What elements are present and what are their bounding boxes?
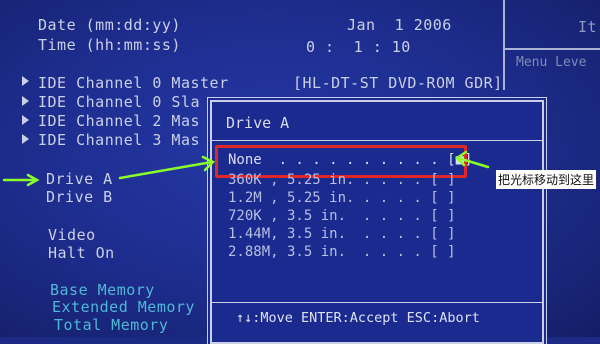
annotation-arrows bbox=[2, 150, 490, 187]
bios-screen: Date (mm:dd:yy) Time (hh:mm:ss) Jan 1 20… bbox=[0, 0, 600, 344]
middle-arrow-line bbox=[118, 160, 214, 180]
annotation-label: 把光标移动到这里 bbox=[496, 170, 597, 189]
